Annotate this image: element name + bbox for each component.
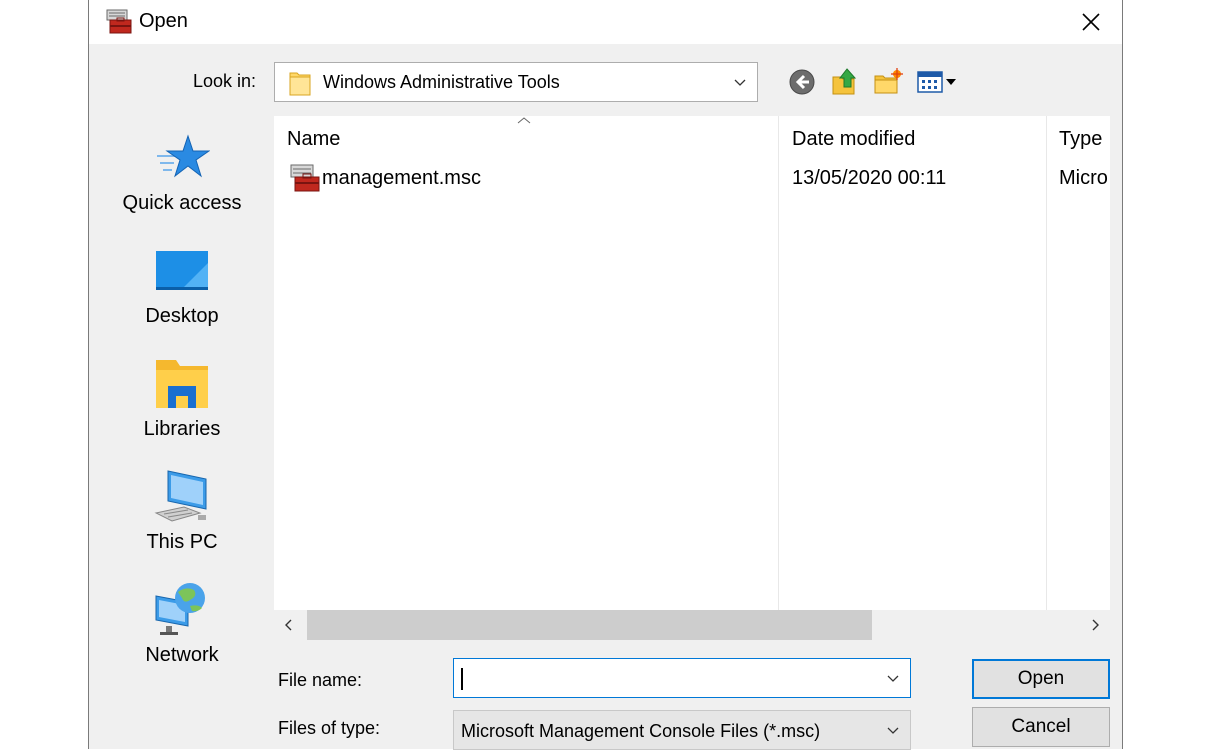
file-type: Micro [1059,167,1108,189]
star-icon [157,134,210,178]
place-network[interactable]: Network [101,568,263,680]
look-in-value: Windows Administrative Tools [323,72,560,92]
computer-icon [154,470,207,522]
place-desktop[interactable]: Desktop [101,229,263,341]
look-in-label: Look in: [193,71,257,91]
scroll-thumb[interactable] [307,610,872,640]
up-one-level-button[interactable] [829,66,861,98]
place-label: Desktop [145,305,219,327]
file-name-input[interactable] [453,658,911,698]
title-bar: Open [89,0,1122,44]
folder-icon [289,72,311,96]
column-header-name[interactable]: Name [287,128,340,151]
scroll-right-button[interactable] [1080,610,1110,640]
open-button[interactable]: Open [972,659,1110,699]
file-type-value: Microsoft Management Console Files (*.ms… [461,721,821,741]
place-label: Quick access [122,192,242,214]
toolbox-icon [106,9,132,34]
new-folder-icon [874,68,903,94]
back-button[interactable] [786,66,818,98]
close-button[interactable] [1060,0,1122,44]
close-icon [1082,13,1100,31]
cancel-button[interactable]: Cancel [972,707,1110,747]
file-name-label: File name: [278,670,363,690]
sort-ascending-icon [517,117,531,124]
file-list[interactable]: Name Date modified Type management.msc 1… [274,116,1110,610]
file-type-dropdown[interactable]: Microsoft Management Console Files (*.ms… [453,710,911,750]
horizontal-scrollbar[interactable] [274,610,1110,640]
file-row[interactable]: management.msc 13/05/2020 00:11 Micro [274,164,1110,194]
back-icon [789,69,815,95]
chevron-right-icon [1092,619,1099,631]
place-label: This PC [146,531,218,553]
file-type-label: Files of type: [278,718,381,738]
text-caret [461,668,463,690]
new-folder-button[interactable] [872,66,904,98]
open-dialog: Open Look in: Windows Administrative Too… [88,0,1123,750]
file-date-modified: 13/05/2020 00:11 [792,167,947,189]
network-icon [155,583,205,635]
chevron-down-icon [887,727,899,734]
up-folder-icon [832,68,857,95]
view-menu-icon [917,71,956,93]
dialog-title: Open [139,10,188,32]
place-libraries[interactable]: Libraries [101,342,263,454]
column-header-date-modified[interactable]: Date modified [792,128,915,151]
places-bar: Quick access Desktop Libraries This PC N… [101,116,263,666]
view-menu-button[interactable] [915,66,961,98]
chevron-left-icon [285,619,292,631]
place-label: Libraries [143,418,221,440]
place-label: Network [145,644,219,666]
look-in-dropdown[interactable]: Windows Administrative Tools [274,62,758,102]
place-quick-access[interactable]: Quick access [101,116,263,228]
desktop-icon [156,251,208,290]
column-header-type[interactable]: Type [1059,128,1102,151]
toolbox-icon [290,164,320,192]
scroll-left-button[interactable] [274,610,304,640]
place-this-pc[interactable]: This PC [101,455,263,567]
chevron-down-icon [734,79,746,86]
chevron-down-icon[interactable] [886,671,900,685]
file-name: management.msc [322,167,481,189]
libraries-icon [156,360,208,408]
